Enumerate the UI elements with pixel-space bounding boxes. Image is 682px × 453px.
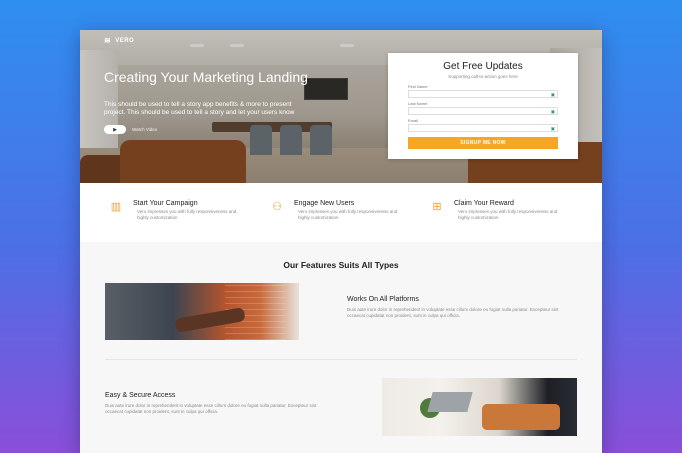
play-icon: ▶ bbox=[113, 126, 117, 133]
last-name-field: Last Name ▣ bbox=[408, 101, 558, 115]
chart-icon: ▥ bbox=[110, 201, 122, 213]
form-title: Get Free Updates bbox=[443, 61, 523, 72]
play-button[interactable]: ▶ bbox=[104, 125, 126, 134]
gift-icon: ⊞ bbox=[432, 201, 442, 213]
block-text: Duis aute irure dolor in reprehenderit i… bbox=[347, 307, 559, 318]
user-icon: ▣ bbox=[550, 92, 555, 97]
logo-mark-icon: ≋ bbox=[104, 36, 112, 45]
laptop bbox=[427, 392, 473, 412]
signup-button[interactable]: SIGNUP ME NOW bbox=[408, 137, 558, 149]
first-name-label: First Name bbox=[408, 84, 428, 89]
users-icon: ⚇ bbox=[272, 201, 282, 213]
feature-text: Vero impresses you with fully responsive… bbox=[458, 209, 558, 220]
feature-text: Vero impresses you with fully responsive… bbox=[298, 209, 398, 220]
secure-access-block: Easy & Secure Access Duis aute irure dol… bbox=[105, 392, 335, 415]
section-heading: Our Features Suits All Types bbox=[283, 260, 399, 270]
last-name-label: Last Name bbox=[408, 101, 428, 106]
email-input[interactable]: ▣ bbox=[408, 124, 558, 132]
hero-section: ≋ VERO Creating Your Marketing Landing T… bbox=[80, 30, 602, 183]
platforms-block: Works On All Platforms Duis aute irure d… bbox=[347, 296, 577, 319]
signup-form: Get Free Updates Supporting call-to-acti… bbox=[388, 53, 578, 159]
email-field: Email ▣ bbox=[408, 118, 558, 132]
email-icon: ▣ bbox=[550, 126, 555, 131]
feature-text: Vero impresses you with fully responsive… bbox=[137, 209, 237, 220]
last-name-input[interactable]: ▣ bbox=[408, 107, 558, 115]
play-label[interactable]: Watch Video bbox=[132, 127, 157, 132]
block-title: Works On All Platforms bbox=[347, 296, 419, 303]
feature-title: Engage New Users bbox=[294, 200, 355, 207]
brand-logo[interactable]: ≋ VERO bbox=[104, 36, 134, 45]
hero-title: Creating Your Marketing Landing bbox=[104, 69, 308, 85]
features-section: Our Features Suits All Types Works On Al… bbox=[80, 242, 602, 453]
secure-access-image bbox=[382, 378, 577, 436]
feature-engage-users: ⚇ Engage New Users Vero impresses you wi… bbox=[266, 200, 426, 230]
platforms-image bbox=[105, 283, 299, 340]
feature-claim-reward: ⊞ Claim Your Reward Vero impresses you w… bbox=[426, 200, 586, 230]
landing-page: ≋ VERO Creating Your Marketing Landing T… bbox=[80, 30, 602, 453]
block-title: Easy & Secure Access bbox=[105, 392, 176, 399]
feature-title: Start Your Campaign bbox=[133, 200, 198, 207]
form-tagline: Supporting call-to-action goes here bbox=[448, 74, 518, 79]
feature-start-campaign: ▥ Start Your Campaign Vero impresses you… bbox=[105, 200, 265, 230]
first-name-input[interactable]: ▣ bbox=[408, 90, 558, 98]
feature-title: Claim Your Reward bbox=[454, 200, 514, 207]
user-icon: ▣ bbox=[550, 109, 555, 114]
hero-subtitle: This should be used to tell a story app … bbox=[104, 101, 295, 116]
email-label: Email bbox=[408, 118, 419, 123]
leather-bag bbox=[482, 404, 560, 430]
section-divider bbox=[105, 359, 577, 360]
block-text: Duis aute irure dolor in reprehenderit i… bbox=[105, 403, 317, 414]
brand-name: VERO bbox=[115, 37, 135, 44]
first-name-field: First Name ▣ bbox=[408, 84, 558, 98]
